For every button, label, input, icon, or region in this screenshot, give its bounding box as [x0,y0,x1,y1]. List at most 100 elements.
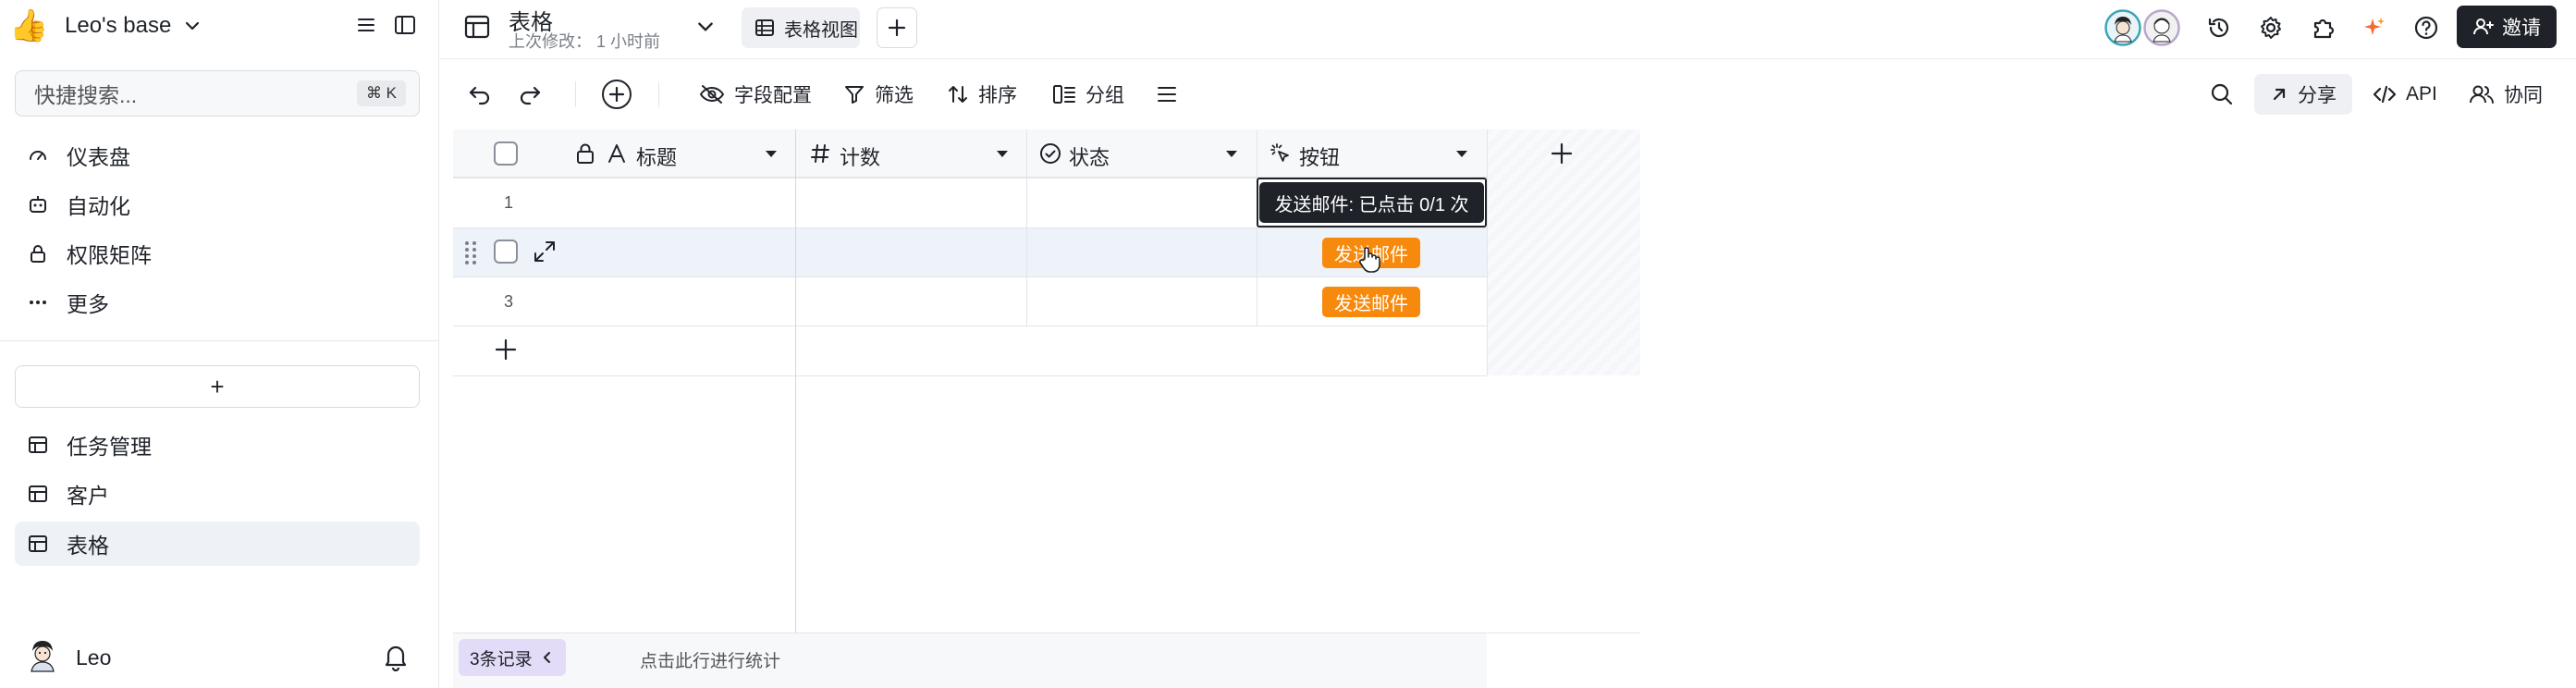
lock-icon [26,241,50,265]
table-item-label: 客户 [67,484,109,508]
group-button[interactable]: 分组 [1052,59,1124,129]
table-item-customers[interactable]: 客户 [15,472,420,516]
table-icon [26,433,50,457]
toolbar-divider [575,81,576,107]
column-label: 标题 [636,146,678,169]
filter-button[interactable]: 筛选 [843,59,914,129]
add-column-button[interactable] [1550,141,1574,166]
text-a-icon [607,143,627,164]
nav-more[interactable]: 更多 [15,280,420,325]
add-record-button[interactable] [601,79,632,110]
table-item-tasks[interactable]: 任务管理 [15,423,420,467]
caret-down-icon[interactable] [764,148,779,159]
sort-icon [947,83,969,105]
bell-icon[interactable] [382,642,410,671]
click-cursor-icon [1270,142,1292,165]
puzzle-plugin-icon[interactable] [2310,15,2336,41]
grid-empty-area [1487,129,1640,375]
hand-cursor-icon [1357,246,1381,274]
row-divider [453,375,1487,376]
gear-icon[interactable] [2258,15,2284,41]
add-user-icon [2472,16,2495,38]
invite-button[interactable]: 邀请 [2457,6,2557,48]
caret-down-icon[interactable] [1454,148,1469,159]
search-icon[interactable] [2210,82,2234,106]
column-header-count[interactable]: 计数 [795,129,1026,178]
menu-icon[interactable] [355,14,377,36]
avatar[interactable] [24,636,61,673]
table-icon [26,532,50,556]
field-config-label: 字段配置 [734,85,812,106]
column-header-status[interactable]: 状态 [1026,129,1257,178]
column-label: 计数 [840,146,881,169]
caret-down-icon[interactable] [995,148,1010,159]
base-name[interactable]: Leo's base [65,13,171,39]
record-count-badge[interactable]: 3条记录 [459,639,566,676]
data-grid: 标题 计数 状态 按钮 1 3 发送邮件 发送邮件: 已点击 0/1 次 3条记… [453,129,1640,688]
nav-label: 更多 [67,292,109,316]
help-icon[interactable] [2413,15,2439,41]
nav-dashboard[interactable]: 仪表盘 [15,133,420,178]
expand-record-icon[interactable] [533,240,557,264]
search-shortcut-badge: ⌘ K [356,80,406,106]
add-table-button[interactable]: + [15,365,420,408]
collaborator-avatar[interactable] [2143,9,2180,46]
filter-label: 筛选 [875,85,914,106]
row-height-menu-icon[interactable] [1156,84,1178,104]
view-tab[interactable]: 表格视图 [742,7,860,48]
api-button[interactable]: API [2373,59,2437,129]
arrow-up-right-icon [2270,85,2288,104]
sidebar-divider [0,340,439,341]
sort-button[interactable]: 排序 [947,59,1017,129]
add-view-button[interactable] [877,7,917,48]
tooltip-bubble: 发送邮件: 已点击 0/1 次 [1259,182,1484,223]
column-header-button[interactable]: 按钮 [1257,129,1487,178]
redo-icon[interactable] [518,83,542,105]
select-all-checkbox[interactable] [494,141,518,166]
history-icon[interactable] [2206,15,2232,41]
group-label: 分组 [1086,85,1124,106]
view-tab-label: 表格视图 [784,19,858,41]
share-label: 分享 [2298,85,2337,106]
last-modified: 上次修改： 1 小时前 [509,32,661,51]
send-email-button[interactable]: 发送邮件 [1322,287,1420,317]
record-count-label: 3条记录 [470,649,533,670]
table-item-sheet[interactable]: 表格 [15,522,420,566]
caret-down-icon[interactable] [1224,148,1239,159]
field-config-button[interactable]: 字段配置 [699,59,812,129]
check-circle-icon [1039,142,1061,165]
ai-sparkle-icon[interactable] [2361,15,2387,41]
invite-label: 邀请 [2502,18,2541,39]
share-button[interactable]: 分享 [2254,74,2352,115]
filter-icon [843,83,865,105]
more-dots-icon [26,290,50,314]
table-icon [26,482,50,506]
table-icon [463,13,491,41]
collab-button[interactable]: 协同 [2469,59,2543,129]
collab-label: 协同 [2504,85,2543,106]
drag-handle-icon[interactable] [464,240,477,264]
sidebar-toggle-icon[interactable] [393,13,417,37]
add-row-button[interactable] [494,338,518,362]
nav-automation[interactable]: 自动化 [15,182,420,227]
sort-label: 排序 [978,85,1017,106]
row-divider [453,276,1487,277]
chevron-down-icon[interactable] [183,17,202,35]
search-input[interactable]: 快捷搜索... ⌘ K [15,70,420,117]
chevron-down-icon[interactable] [695,17,716,37]
row-divider [453,227,1487,228]
stats-hint[interactable]: 点击此行进行统计 [640,647,780,672]
undo-icon[interactable] [468,83,492,105]
users-icon [2469,83,2495,105]
logo-icon: 👍 [9,8,49,43]
nav-permission-matrix[interactable]: 权限矩阵 [15,231,420,276]
collaborator-avatar[interactable] [2104,9,2141,46]
tooltip-text: 发送邮件: 已点击 0/1 次 [1274,194,1469,215]
row-checkbox[interactable] [494,240,518,264]
group-icon [1052,83,1076,105]
column-header-title[interactable]: 标题 [453,129,795,178]
user-name: Leo [76,645,112,670]
code-icon [2373,84,2397,104]
table-item-label: 表格 [67,534,109,558]
add-table-label: + [210,372,225,400]
